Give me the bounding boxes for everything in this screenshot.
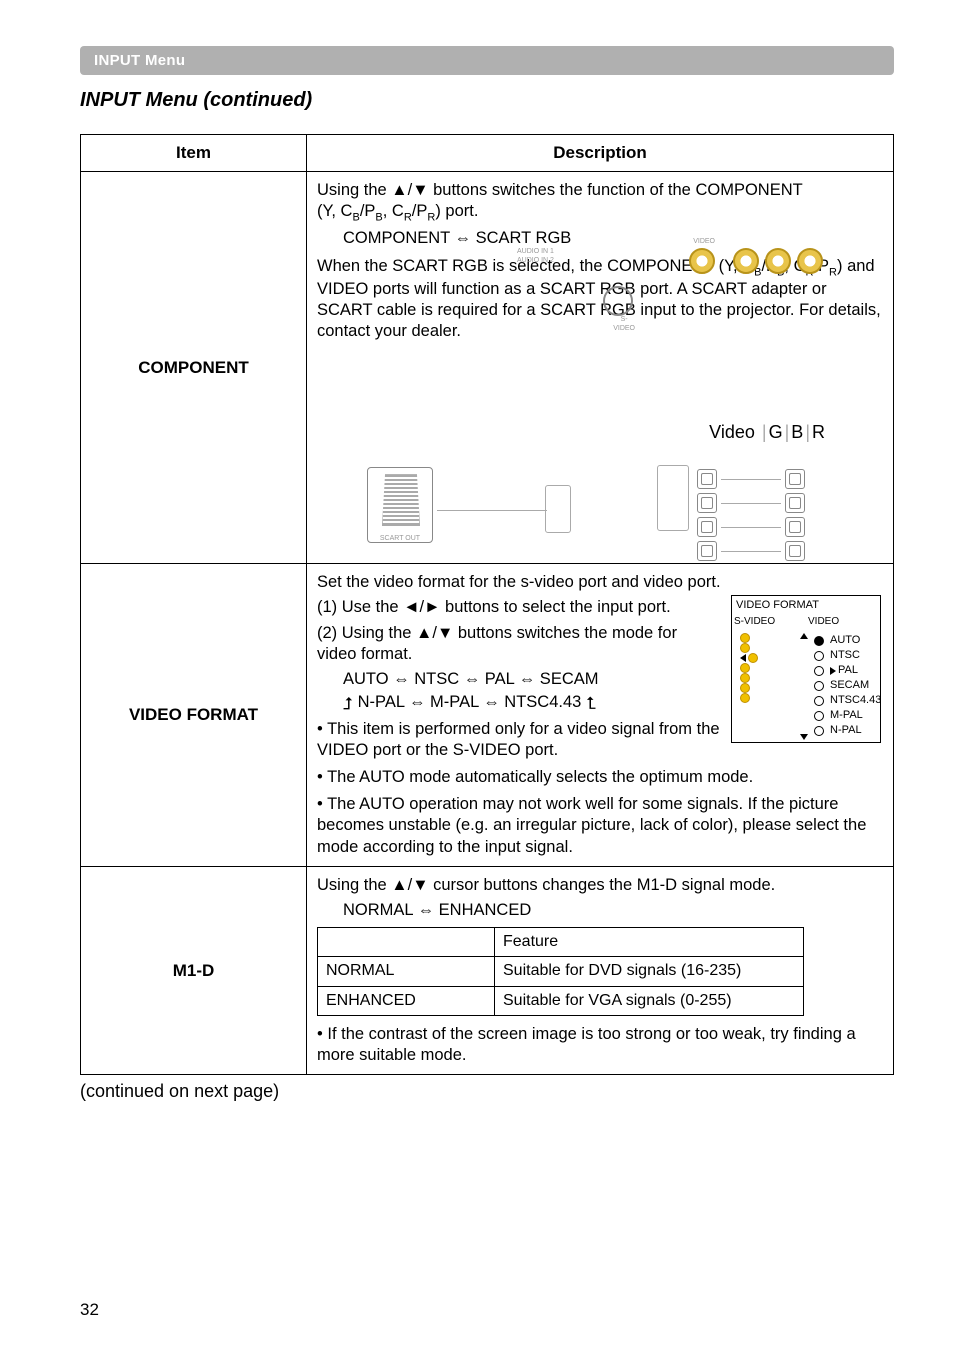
jack-icon: [697, 541, 717, 561]
connector-icon: [657, 465, 689, 531]
osd-col-video: VIDEO: [806, 614, 880, 631]
jack-icon: [697, 493, 717, 513]
up-arrow-icon: [800, 633, 808, 639]
row-m1d-item: M1-D: [81, 866, 307, 1075]
section-band: INPUT Menu: [80, 46, 894, 75]
osd-dot-icon: [740, 673, 750, 683]
m1d-tbl-r2b: Suitable for VGA signals (0-255): [495, 986, 804, 1015]
osd-opt: NTSC4.43: [830, 693, 881, 708]
text: R: [812, 422, 825, 442]
m1d-tbl-r1b: Suitable for DVD signals (16-235): [495, 957, 804, 986]
text: /P: [412, 202, 428, 220]
rca-cr-icon: [797, 248, 823, 274]
jack-icon: [785, 541, 805, 561]
osd-dot-icon: [740, 643, 750, 653]
scart-diagram: AUDIO IN 1 AUDIO IN 2: [317, 356, 883, 551]
jack-block: [657, 459, 917, 541]
osd-radio-icon: [814, 666, 824, 676]
osd-radio-icon: [814, 711, 824, 721]
text: ) port.: [435, 202, 478, 220]
vf-bullet-2: • The AUTO mode automatically selects th…: [317, 767, 883, 788]
cable-line: [437, 510, 547, 511]
osd-opt: N-PAL: [830, 723, 862, 738]
row-m1d-desc: Using the ▲/▼ cursor buttons changes the…: [307, 866, 894, 1075]
osd-title: VIDEO FORMAT: [732, 596, 880, 614]
osd-opt: SECAM: [830, 678, 869, 693]
text: Using the ▲/▼ buttons switches the funct…: [317, 181, 803, 199]
m1d-tbl-r1a: NORMAL: [318, 957, 495, 986]
loop-up-icon: ⮥: [343, 695, 353, 712]
row-videoformat-item: VIDEO FORMAT: [81, 564, 307, 866]
sub: B: [352, 211, 359, 223]
osd-radio-selected-icon: [814, 636, 824, 646]
osd-opt: AUTO: [830, 633, 860, 648]
video-gbr-label: Video |G|B|R: [709, 421, 825, 444]
row-component-item: COMPONENT: [81, 172, 307, 564]
component-toggle: COMPONENT ⇔ SCART RGB: [343, 228, 883, 249]
jack-icon: [785, 517, 805, 537]
video-format-osd: VIDEO FORMAT S-VIDEO VIDEO: [731, 595, 881, 743]
continued-title: INPUT Menu (continued): [80, 89, 894, 112]
s-video-label: S-VIDEO: [613, 316, 635, 334]
loop-up-icon: ⮤: [586, 695, 596, 712]
osd-col-svideo: S-VIDEO: [732, 614, 806, 631]
text: , C: [383, 202, 404, 220]
component-line1: Using the ▲/▼ buttons switches the funct…: [317, 180, 883, 224]
jack-icon: [697, 517, 717, 537]
osd-opt: M-PAL: [830, 708, 863, 723]
vf-bullet-3: • The AUTO operation may not work well f…: [317, 794, 883, 857]
audio-in-2-label: AUDIO IN 2: [517, 257, 554, 265]
down-arrow-icon: [800, 734, 808, 740]
osd-opt: NTSC: [830, 648, 860, 663]
sub: R: [829, 266, 837, 278]
osd-opt: PAL: [838, 663, 858, 678]
osd-dot-selected-icon: [748, 653, 758, 663]
row-videoformat-desc: Set the video format for the s-video por…: [307, 564, 894, 866]
jack-icon: [697, 469, 717, 489]
m1d-tbl-head: Feature: [495, 927, 804, 956]
left-arrow-icon: [740, 654, 746, 662]
osd-dot-icon: [740, 633, 750, 643]
col-header-description: Description: [307, 135, 894, 172]
text: G: [769, 422, 783, 442]
jack-icon: [785, 469, 805, 489]
col-header-item: Item: [81, 135, 307, 172]
osd-radio-icon: [814, 696, 824, 706]
rca-video-icon: [689, 248, 715, 274]
sub: R: [404, 211, 412, 223]
m1d-toggle: NORMAL ⇔ ENHANCED: [343, 900, 883, 921]
m1d-note: • If the contrast of the screen image is…: [317, 1024, 883, 1066]
row-component-desc: Using the ▲/▼ buttons switches the funct…: [307, 172, 894, 564]
osd-radio-icon: [814, 651, 824, 661]
right-arrow-icon: [830, 667, 836, 675]
vf-line-1: Set the video format for the s-video por…: [317, 572, 883, 593]
page-number: 32: [80, 1300, 99, 1320]
text: /P: [360, 202, 376, 220]
osd-radio-icon: [814, 681, 824, 691]
scart-out-label: SCART OUT: [368, 535, 432, 544]
osd-dot-icon: [740, 663, 750, 673]
scart-out-icon: SCART OUT: [367, 467, 433, 543]
jack-icon: [785, 493, 805, 513]
text: Video: [709, 422, 755, 442]
continued-note: (continued on next page): [80, 1081, 894, 1102]
connector-icon: [545, 485, 571, 533]
rca-cb-icon: [765, 248, 791, 274]
m1d-feature-table: Feature NORMAL Suitable for DVD signals …: [317, 927, 804, 1016]
input-menu-table: Item Description COMPONENT Using the ▲/▼…: [80, 134, 894, 1075]
text: (Y, C: [317, 202, 352, 220]
osd-dot-icon: [740, 693, 750, 703]
osd-dot-icon: [740, 683, 750, 693]
rca-y-icon: [733, 248, 759, 274]
osd-radio-icon: [814, 726, 824, 736]
text: N-PAL ⇔ M-PAL ⇔ NTSC4.43: [358, 693, 582, 711]
video-port-label: VIDEO: [693, 238, 715, 247]
sub: B: [375, 211, 382, 223]
m1d-line-1: Using the ▲/▼ cursor buttons changes the…: [317, 875, 883, 896]
audio-labels: AUDIO IN 1 AUDIO IN 2: [517, 248, 554, 265]
m1d-tbl-r2a: ENHANCED: [318, 986, 495, 1015]
audio-in-1-label: AUDIO IN 1: [517, 248, 554, 256]
text: B: [791, 422, 803, 442]
